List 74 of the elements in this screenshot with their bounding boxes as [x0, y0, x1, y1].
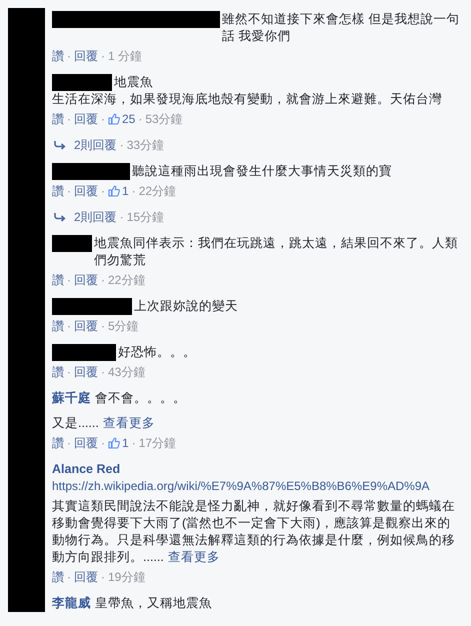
see-more-link[interactable]: 查看更多 [102, 416, 155, 430]
replies-link[interactable]: 2則回覆 [74, 136, 117, 154]
like-link[interactable]: 讚 [52, 434, 64, 452]
comment-text: 皇帶魚，又稱地震魚 [95, 595, 213, 612]
separator-dot: · [101, 49, 105, 63]
separator-dot: · [67, 365, 71, 379]
reply-link[interactable]: 回覆 [74, 48, 98, 64]
thumbs-up-icon [108, 437, 120, 449]
separator-dot: · [67, 112, 71, 126]
reply-link[interactable]: 回覆 [74, 434, 98, 452]
url-link[interactable]: https://zh.wikipedia.org/wiki/%E7%9A%87%E5%B8%B6%E9%AD%9A [52, 479, 430, 493]
reply-link[interactable]: 回覆 [74, 568, 98, 586]
reply-link[interactable]: 回覆 [74, 318, 98, 334]
like-count[interactable]: 1 [122, 436, 129, 450]
timestamp: 22分鐘 [108, 272, 146, 288]
comment-text: 雖然不知道接下來會怎樣 但是我想說一句話 我愛你們 [222, 11, 460, 45]
author-link[interactable]: 李龍威 [52, 595, 91, 612]
separator-dot: · [101, 112, 105, 126]
separator-dot: · [101, 184, 105, 198]
timestamp: 43分鐘 [108, 364, 146, 380]
timestamp: 15分鐘 [126, 208, 164, 226]
author-link[interactable]: 蘇千庭 [52, 390, 91, 407]
comment-text: 聽說這種雨出現會發生什麼大事情天災類的寶 [132, 163, 393, 180]
reply-link[interactable]: 回覆 [74, 272, 98, 288]
separator-dot: · [101, 570, 105, 584]
reply-link[interactable]: 回覆 [74, 364, 98, 380]
separator-dot: · [101, 365, 105, 379]
separator-dot: · [120, 210, 124, 224]
separator-dot: · [101, 273, 105, 287]
author-link[interactable]: Alance Red [52, 461, 120, 478]
timestamp: 17分鐘 [138, 434, 176, 452]
timestamp: 1 分鐘 [108, 48, 142, 64]
separator-dot: · [67, 273, 71, 287]
replies-link[interactable]: 2則回覆 [74, 208, 117, 226]
like-link[interactable]: 讚 [52, 110, 64, 128]
timestamp: 22分鐘 [138, 182, 176, 200]
reply-arrow-icon [54, 212, 66, 222]
timestamp: 53分鐘 [145, 110, 183, 128]
timestamp: 19分鐘 [108, 568, 146, 586]
comment-text: 又是...... 查看更多 [52, 416, 155, 430]
comment-text: 地震魚 [114, 74, 154, 91]
comment-text: 好恐怖。。。 [118, 344, 197, 361]
separator-dot: · [67, 436, 71, 450]
thumbs-up-icon [108, 185, 120, 197]
like-link[interactable]: 讚 [52, 182, 64, 200]
reply-link[interactable]: 回覆 [74, 110, 98, 128]
like-link[interactable]: 讚 [52, 364, 64, 380]
see-more-link[interactable]: 查看更多 [168, 550, 220, 564]
separator-dot: · [120, 138, 124, 152]
reply-link[interactable]: 回覆 [74, 182, 98, 200]
comment-text: 會不會。。。。 [95, 390, 187, 407]
comment-text: 地震魚同伴表示：我們在玩跳遠，跳太遠，結果回不來了。人類們勿驚荒 [94, 235, 459, 269]
reply-arrow-icon [54, 140, 66, 150]
timestamp: 33分鐘 [126, 136, 164, 154]
like-link[interactable]: 讚 [52, 48, 64, 64]
separator-dot: · [67, 49, 71, 63]
comment-text: 上次跟妳說的變天 [134, 298, 239, 315]
separator-dot: · [67, 319, 71, 333]
comment-text: 其實這類民間說法不能說是怪力亂神，就好像看到不尋常數量的螞蟻在移動會覺得要下大雨了(當然也不一定會下大雨)，應該算是觀察出來的動物行為。只是科學還無法解釋這類的行為依據是什麼，例如候鳥的移動方向跟排列。...... 查看更多 [52, 499, 455, 564]
separator-dot: · [138, 112, 142, 126]
like-count[interactable]: 25 [122, 112, 136, 126]
separator-dot: · [101, 319, 105, 333]
like-link[interactable]: 讚 [52, 568, 64, 586]
like-link[interactable]: 讚 [52, 318, 64, 334]
comment-text: 生活在深海，如果發現海底地殼有變動，就會游上來避難。天佑台灣 [52, 92, 442, 106]
like-count[interactable]: 1 [122, 184, 129, 198]
separator-dot: · [67, 570, 71, 584]
separator-dot: · [132, 184, 136, 198]
like-link[interactable]: 讚 [52, 272, 64, 288]
separator-dot: · [101, 436, 105, 450]
thumbs-up-icon [108, 113, 120, 125]
timestamp: 5分鐘 [108, 318, 139, 334]
separator-dot: · [132, 436, 136, 450]
separator-dot: · [67, 184, 71, 198]
